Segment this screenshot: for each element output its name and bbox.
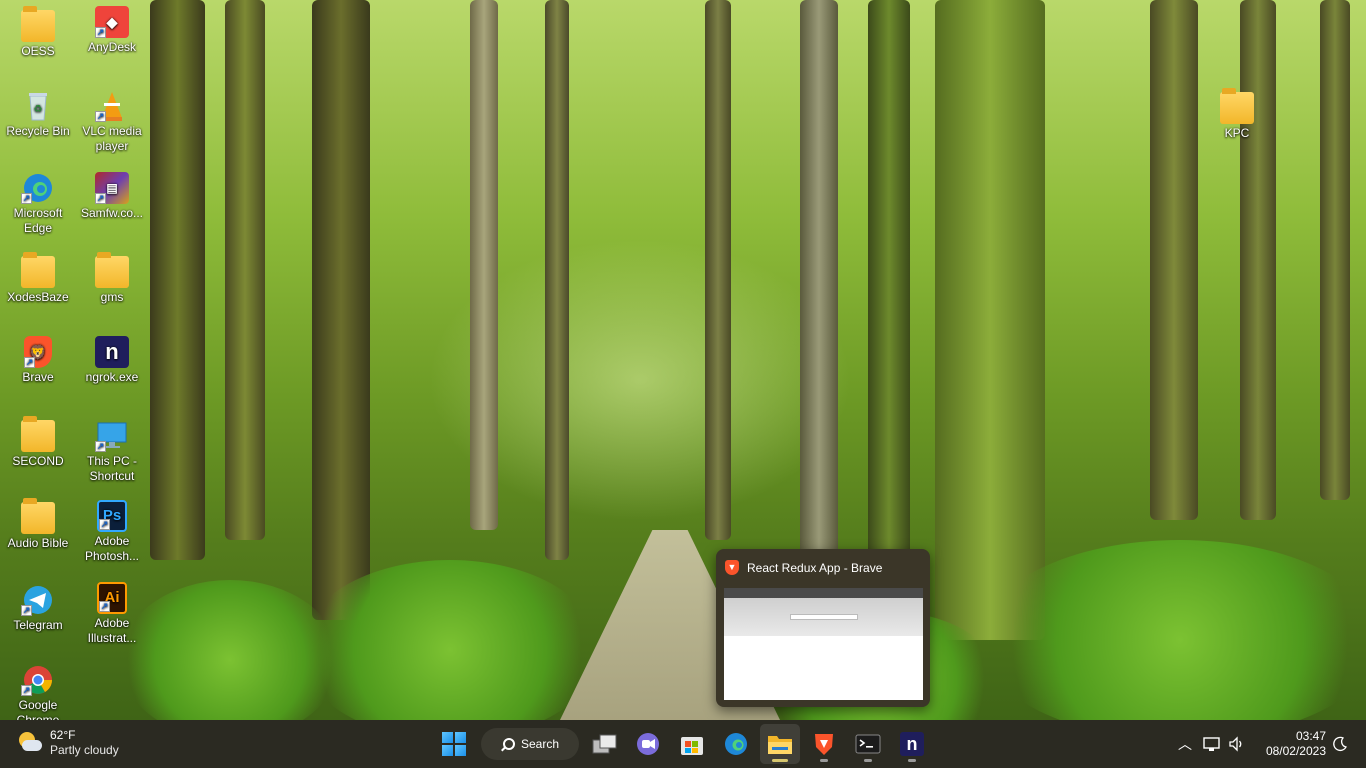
desktop-icon-brave[interactable]: 🦁 ↗ Brave xyxy=(0,336,76,385)
partly-cloudy-icon xyxy=(16,729,44,757)
ngrok-icon: n xyxy=(95,336,129,368)
folder-icon xyxy=(95,252,129,288)
terminal-taskbar-button[interactable] xyxy=(848,724,888,764)
windows-logo-icon xyxy=(442,732,466,756)
anydesk-icon: ◆ ↗ xyxy=(95,6,129,38)
volume-icon[interactable] xyxy=(1228,735,1246,753)
desktop-icon-audio-bible[interactable]: Audio Bible xyxy=(0,498,76,551)
folder-icon xyxy=(21,416,55,452)
task-view-button[interactable] xyxy=(585,724,625,764)
edge-icon xyxy=(725,733,747,755)
folder-icon xyxy=(21,498,55,534)
desktop-icon-oess[interactable]: OESS xyxy=(0,6,76,59)
desktop-icon-label: This PC - Shortcut xyxy=(86,454,137,483)
edge-icon: ↗ xyxy=(21,172,55,204)
recycle-bin-icon: ♻ xyxy=(21,90,55,122)
taskbar-thumbnail-preview[interactable]: ▼ React Redux App - Brave xyxy=(716,549,930,707)
desktop-icon-samfw[interactable]: ▤ ↗ Samfw.co... xyxy=(74,172,150,221)
monitor-icon: ↗ xyxy=(95,420,129,452)
illustrator-icon: Ai ↗ xyxy=(97,582,127,614)
desktop-icon-label: Samfw.co... xyxy=(80,206,144,220)
desktop-icon-gms[interactable]: gms xyxy=(74,252,150,305)
desktop-icon-label: SECOND xyxy=(12,454,64,468)
running-indicator xyxy=(908,759,916,762)
desktop-icon-second[interactable]: SECOND xyxy=(0,416,76,469)
desktop-icon-label: Google Chrome xyxy=(16,698,60,720)
thumbnail-title: React Redux App - Brave xyxy=(747,560,883,575)
desktop-icon-photoshop[interactable]: Ps ↗ Adobe Photosh... xyxy=(74,500,150,564)
folder-icon xyxy=(21,252,55,288)
terminal-icon xyxy=(855,734,881,754)
desktop-icon-label: KPC xyxy=(1224,126,1250,140)
desktop-icon-label: OESS xyxy=(21,44,55,58)
file-explorer-icon xyxy=(768,736,792,754)
network-icon[interactable] xyxy=(1202,735,1222,753)
desktop-icon-telegram[interactable]: ↗ Telegram xyxy=(0,584,76,633)
clock-time: 03:47 xyxy=(1295,729,1326,743)
file-explorer-button[interactable] xyxy=(760,724,800,764)
photoshop-icon: Ps ↗ xyxy=(97,500,127,532)
brave-icon: 🦁 ↗ xyxy=(24,336,52,368)
ngrok-icon: n xyxy=(900,732,924,756)
edge-taskbar-button[interactable] xyxy=(716,724,756,764)
notifications-moon-icon[interactable] xyxy=(1332,736,1348,752)
desktop-icon-recycle-bin[interactable]: ♻ Recycle Bin xyxy=(0,90,76,139)
running-indicator xyxy=(820,759,828,762)
search-label: Search xyxy=(521,737,560,751)
desktop-icon-label: AnyDesk xyxy=(87,40,137,54)
desktop-icon-label: Recycle Bin xyxy=(6,124,70,138)
desktop-icon-label: Audio Bible xyxy=(7,536,69,550)
brave-icon: ▼ xyxy=(725,560,739,575)
weather-temperature: 62°F xyxy=(50,728,76,742)
desktop-icon-label: gms xyxy=(100,290,124,304)
task-view-icon xyxy=(592,734,617,754)
folder-icon xyxy=(1220,88,1254,124)
desktop-icon-label: Adobe Illustrat... xyxy=(87,616,137,645)
clock-date: 08/02/2023 xyxy=(1265,744,1326,758)
desktop-icon-anydesk[interactable]: ◆ ↗ AnyDesk xyxy=(74,6,150,55)
weather-condition: Partly cloudy xyxy=(50,743,119,757)
folder-icon xyxy=(21,6,55,42)
show-hidden-icons-chevron-icon[interactable]: ︿ xyxy=(1176,734,1194,754)
desktop-icon-label: Brave xyxy=(22,370,54,384)
brave-icon xyxy=(815,734,833,755)
chat-button[interactable] xyxy=(628,724,668,764)
winrar-icon: ▤ ↗ xyxy=(95,172,129,204)
desktop-icon-this-pc[interactable]: ↗ This PC - Shortcut xyxy=(74,420,150,484)
desktop-icon-label: XodesBaze xyxy=(7,290,69,304)
brave-taskbar-button[interactable] xyxy=(804,724,844,764)
desktop-icon-chrome[interactable]: ↗ Google Chrome xyxy=(0,664,76,720)
desktop-icon-label: ngrok.exe xyxy=(85,370,139,384)
desktop-icon-label: Telegram xyxy=(13,618,63,632)
desktop-icon-label: VLC media player xyxy=(82,124,142,153)
weather-widget[interactable]: 62°F Partly cloudy xyxy=(16,728,119,758)
start-button[interactable] xyxy=(434,724,474,764)
desktop-icon-xodesbaze[interactable]: XodesBaze xyxy=(0,252,76,305)
desktop-wallpaper xyxy=(0,0,1366,720)
teams-chat-icon xyxy=(637,733,659,755)
desktop-icon-ngrok[interactable]: n ngrok.exe xyxy=(74,336,150,385)
microsoft-store-button[interactable] xyxy=(672,724,712,764)
active-indicator xyxy=(772,759,788,762)
svg-text:♻: ♻ xyxy=(34,104,43,115)
running-indicator xyxy=(864,759,872,762)
desktop-icon-label: Microsoft Edge xyxy=(13,206,63,235)
microsoft-store-icon xyxy=(681,737,703,755)
desktop-icon-illustrator[interactable]: Ai ↗ Adobe Illustrat... xyxy=(74,582,150,646)
desktop-icon-vlc[interactable]: ↗ VLC media player xyxy=(74,90,150,154)
vlc-icon: ↗ xyxy=(95,90,129,122)
desktop-icon-kpc[interactable]: KPC xyxy=(1199,88,1275,141)
ngrok-taskbar-button[interactable]: n xyxy=(892,724,932,764)
system-clock[interactable]: 03:47 08/02/2023 xyxy=(1256,729,1326,759)
desktop-icon-label: Adobe Photosh... xyxy=(84,534,140,563)
desktop-icon-edge[interactable]: ↗ Microsoft Edge xyxy=(0,172,76,236)
taskbar: 62°F Partly cloudy Search n ︿ 03:47 08/0… xyxy=(0,720,1366,768)
search-button[interactable]: Search xyxy=(481,728,579,760)
search-icon xyxy=(503,738,515,750)
telegram-icon: ↗ xyxy=(21,584,55,616)
chrome-icon: ↗ xyxy=(21,664,55,696)
thumbnail-image[interactable] xyxy=(724,588,923,700)
